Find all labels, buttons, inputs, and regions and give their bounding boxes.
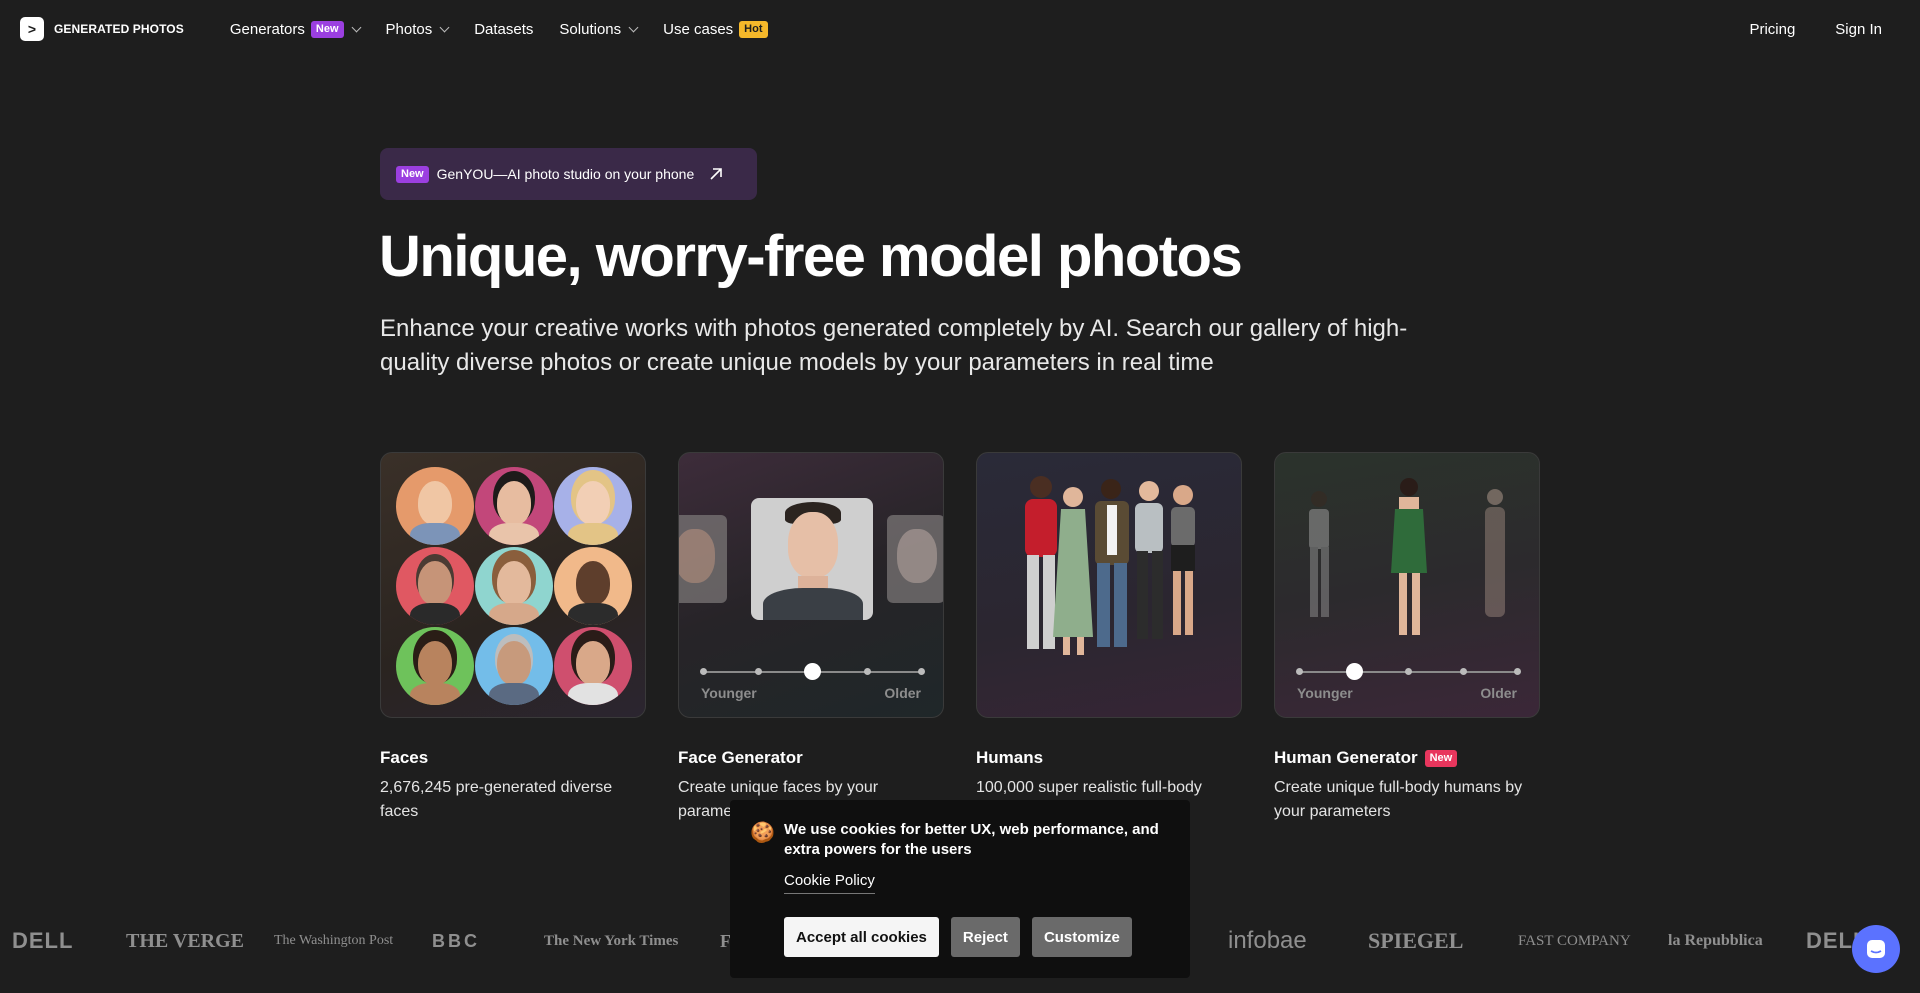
new-badge: New xyxy=(310,20,344,38)
card-title: Faces xyxy=(380,748,646,768)
hot-badge: Hot xyxy=(739,20,768,38)
face-avatar xyxy=(554,547,632,625)
face-avatar xyxy=(475,467,553,545)
slider-label-younger: Younger xyxy=(1297,685,1353,701)
nav-item-datasets[interactable]: Datasets xyxy=(474,21,533,38)
face-avatar xyxy=(554,627,632,705)
chevron-down-icon xyxy=(439,22,450,32)
sign-in-link[interactable]: Sign In xyxy=(1835,21,1882,38)
press-logo-spiegel: SPIEGEL xyxy=(1368,928,1464,953)
card-humans[interactable]: Humans 100,000 super realistic full-body… xyxy=(976,452,1242,824)
new-badge: New xyxy=(1424,749,1458,767)
nav-item-label: Generators xyxy=(229,20,305,38)
face-avatar xyxy=(396,547,474,625)
slider-knob[interactable] xyxy=(1345,663,1363,680)
slider-stop xyxy=(700,668,707,675)
face-avatar xyxy=(554,467,632,545)
card-description: 2,676,245 pre-generated diverse faces xyxy=(380,779,613,820)
cookie-message: We use cookies for better UX, web perfor… xyxy=(784,821,1159,858)
new-badge: New xyxy=(396,165,429,183)
humans-group-illustration xyxy=(1025,476,1195,655)
logo[interactable]: > GENERATED PHOTOS xyxy=(20,17,184,41)
cookie-consent-banner: 🍪 We use cookies for better UX, web perf… xyxy=(730,800,1190,978)
humans-preview-image xyxy=(976,452,1242,718)
customize-cookies-button[interactable]: Customize xyxy=(1031,917,1132,957)
card-face-generator[interactable]: Younger Older Face Generator Create uniq… xyxy=(678,452,944,824)
press-logo-fast-company: FAST COMPANY xyxy=(1518,932,1631,949)
face-avatar xyxy=(475,627,553,705)
face-preview-main xyxy=(751,498,873,620)
chat-launcher-button[interactable] xyxy=(1852,925,1900,973)
press-logo-the-verge: THE VERGE xyxy=(126,929,244,952)
chevron-down-icon xyxy=(628,22,639,32)
slider-stop xyxy=(1459,668,1467,675)
press-logo-washington-post: The Washington Post xyxy=(274,933,394,948)
reject-cookies-button[interactable]: Reject xyxy=(950,917,1020,957)
cookie-icon: 🍪 xyxy=(750,822,775,844)
age-slider[interactable] xyxy=(700,663,925,680)
nav-item-solutions[interactable]: Solutions xyxy=(559,20,639,38)
card-title-text: Human Generator xyxy=(1274,748,1418,767)
slider-stop xyxy=(1296,668,1303,675)
press-logo-bbc: BBC xyxy=(432,930,480,951)
card-title: Humans xyxy=(976,748,1242,768)
slider-stop xyxy=(1405,668,1412,675)
nav-item-use-cases[interactable]: Use cases Hot xyxy=(663,20,768,38)
card-description: Create unique full-body humans by your p… xyxy=(1274,779,1523,820)
slider-label-older: Older xyxy=(884,685,921,701)
card-title-text: Face Generator xyxy=(678,748,803,767)
cookie-policy-link[interactable]: Cookie Policy xyxy=(784,872,875,894)
nav-item-label: Use cases xyxy=(663,20,734,38)
slider-stop xyxy=(918,668,925,675)
nav-item-label: Solutions xyxy=(559,20,622,38)
nav-item-label: Photos xyxy=(385,20,433,38)
logo-text: GENERATED PHOTOS xyxy=(54,22,184,36)
card-faces[interactable]: Faces 2,676,245 pre-generated diverse fa… xyxy=(380,452,646,824)
press-logo-dell: DELL xyxy=(12,928,74,953)
slider-stop xyxy=(863,668,871,675)
faces-preview-image xyxy=(380,452,646,718)
top-nav: > GENERATED PHOTOS Generators New Photos… xyxy=(0,0,1920,58)
face-avatar xyxy=(396,467,474,545)
slider-knob[interactable] xyxy=(804,663,821,680)
chat-icon xyxy=(1867,940,1885,958)
card-human-generator[interactable]: Younger Older Human Generator New Create… xyxy=(1274,452,1540,824)
logo-mark-icon: > xyxy=(20,17,44,41)
human-variants-illustration xyxy=(1309,478,1505,635)
press-logo-infobae: infobae xyxy=(1228,927,1307,954)
face-preview-left xyxy=(679,515,727,603)
slider-stop xyxy=(754,668,762,675)
nav-item-photos[interactable]: Photos xyxy=(385,20,450,38)
slider-label-younger: Younger xyxy=(701,685,757,701)
card-title: Human Generator New xyxy=(1274,748,1540,768)
nav-right: Pricing Sign In xyxy=(1749,21,1900,38)
human-generator-preview: Younger Older xyxy=(1274,452,1540,718)
press-logo-nyt: The New York Times xyxy=(544,932,679,949)
page-title: Unique, worry-free model photos xyxy=(379,224,1243,289)
arrow-up-right-icon xyxy=(710,168,723,180)
promo-text: GenYOU—AI photo studio on your phone xyxy=(436,166,695,182)
face-avatar xyxy=(396,627,474,705)
hero-lead: Enhance your creative works with photos … xyxy=(380,315,1408,376)
card-title-text: Faces xyxy=(380,748,429,767)
card-title: Face Generator xyxy=(678,748,944,768)
card-title-text: Humans xyxy=(976,748,1044,767)
face-generator-preview: Younger Older xyxy=(678,452,944,718)
accept-cookies-button[interactable]: Accept all cookies xyxy=(784,917,939,957)
pricing-link[interactable]: Pricing xyxy=(1749,21,1795,38)
face-avatar xyxy=(475,547,553,625)
promo-banner[interactable]: New GenYOU—AI photo studio on your phone xyxy=(380,148,757,200)
nav-item-label: Datasets xyxy=(474,20,534,38)
nav-links: Generators New Photos Datasets Solutions… xyxy=(229,20,768,38)
face-preview-right xyxy=(887,515,943,603)
chevron-down-icon xyxy=(351,22,361,32)
age-slider[interactable] xyxy=(1296,663,1521,680)
nav-item-generators[interactable]: Generators New xyxy=(229,20,361,38)
slider-stop xyxy=(1514,668,1521,675)
cookie-actions: Accept all cookies Reject Customize xyxy=(784,917,1132,957)
press-logo-la-repubblica: la Repubblica xyxy=(1668,932,1763,949)
slider-label-older: Older xyxy=(1480,685,1517,701)
